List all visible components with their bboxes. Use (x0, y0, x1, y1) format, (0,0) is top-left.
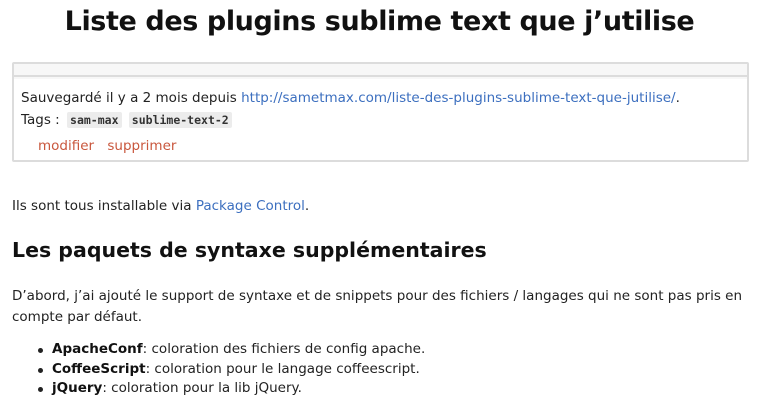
intro-prefix: Ils sont tous installable via (12, 198, 196, 214)
syntax-paragraph: D’abord, j’ai ajouté le support de synta… (12, 288, 743, 325)
plugin-desc: : coloration des fichiers de config apac… (142, 341, 426, 357)
tag-sublime-text-2[interactable]: sublime-text-2 (128, 112, 232, 128)
bookmark-actions: modifier supprimer (38, 136, 185, 156)
plugin-name: jQuery (52, 380, 103, 396)
intro-paragraph: Ils sont tous installable via Package Co… (12, 196, 309, 216)
meta-box-body: Sauvegardé il y a 2 mois depuis http://s… (14, 79, 747, 160)
source-url-link[interactable]: http://sametmax.com/liste-des-plugins-su… (241, 90, 676, 106)
bookmark-meta-box: Sauvegardé il y a 2 mois depuis http://s… (12, 62, 749, 162)
edit-link[interactable]: modifier (38, 138, 94, 154)
delete-link[interactable]: supprimer (107, 138, 176, 154)
saved-prefix: Sauvegardé il y a 2 mois depuis (21, 90, 242, 106)
tags-label: Tags : (21, 112, 60, 128)
page-title: Liste des plugins sublime text que j’uti… (64, 6, 695, 37)
plugin-list: ApacheConf: coloration des fichiers de c… (37, 340, 426, 399)
tags-line: Tags : sam-max sublime-text-2 (21, 110, 232, 130)
package-control-link[interactable]: Package Control (196, 198, 305, 214)
tag-sam-max[interactable]: sam-max (67, 112, 122, 128)
list-item: jQuery: coloration pour la lib jQuery. (37, 379, 425, 399)
list-item: CoffeeScript: coloration pour le langage… (37, 360, 425, 380)
intro-suffix: . (304, 198, 310, 214)
meta-box-header-strip (14, 64, 747, 77)
saved-suffix: . (675, 90, 680, 106)
plugin-desc: : coloration pour le langage coffeescrip… (145, 360, 420, 377)
plugin-name: ApacheConf (52, 341, 143, 357)
plugin-desc: : coloration pour la lib jQuery. (102, 380, 302, 396)
list-item: ApacheConf: coloration des fichiers de c… (37, 340, 426, 360)
saved-info: Sauvegardé il y a 2 mois depuis http://s… (21, 88, 680, 108)
section-heading: Les paquets de syntaxe supplémentaires (12, 238, 487, 262)
plugin-name: CoffeeScript (52, 360, 146, 377)
